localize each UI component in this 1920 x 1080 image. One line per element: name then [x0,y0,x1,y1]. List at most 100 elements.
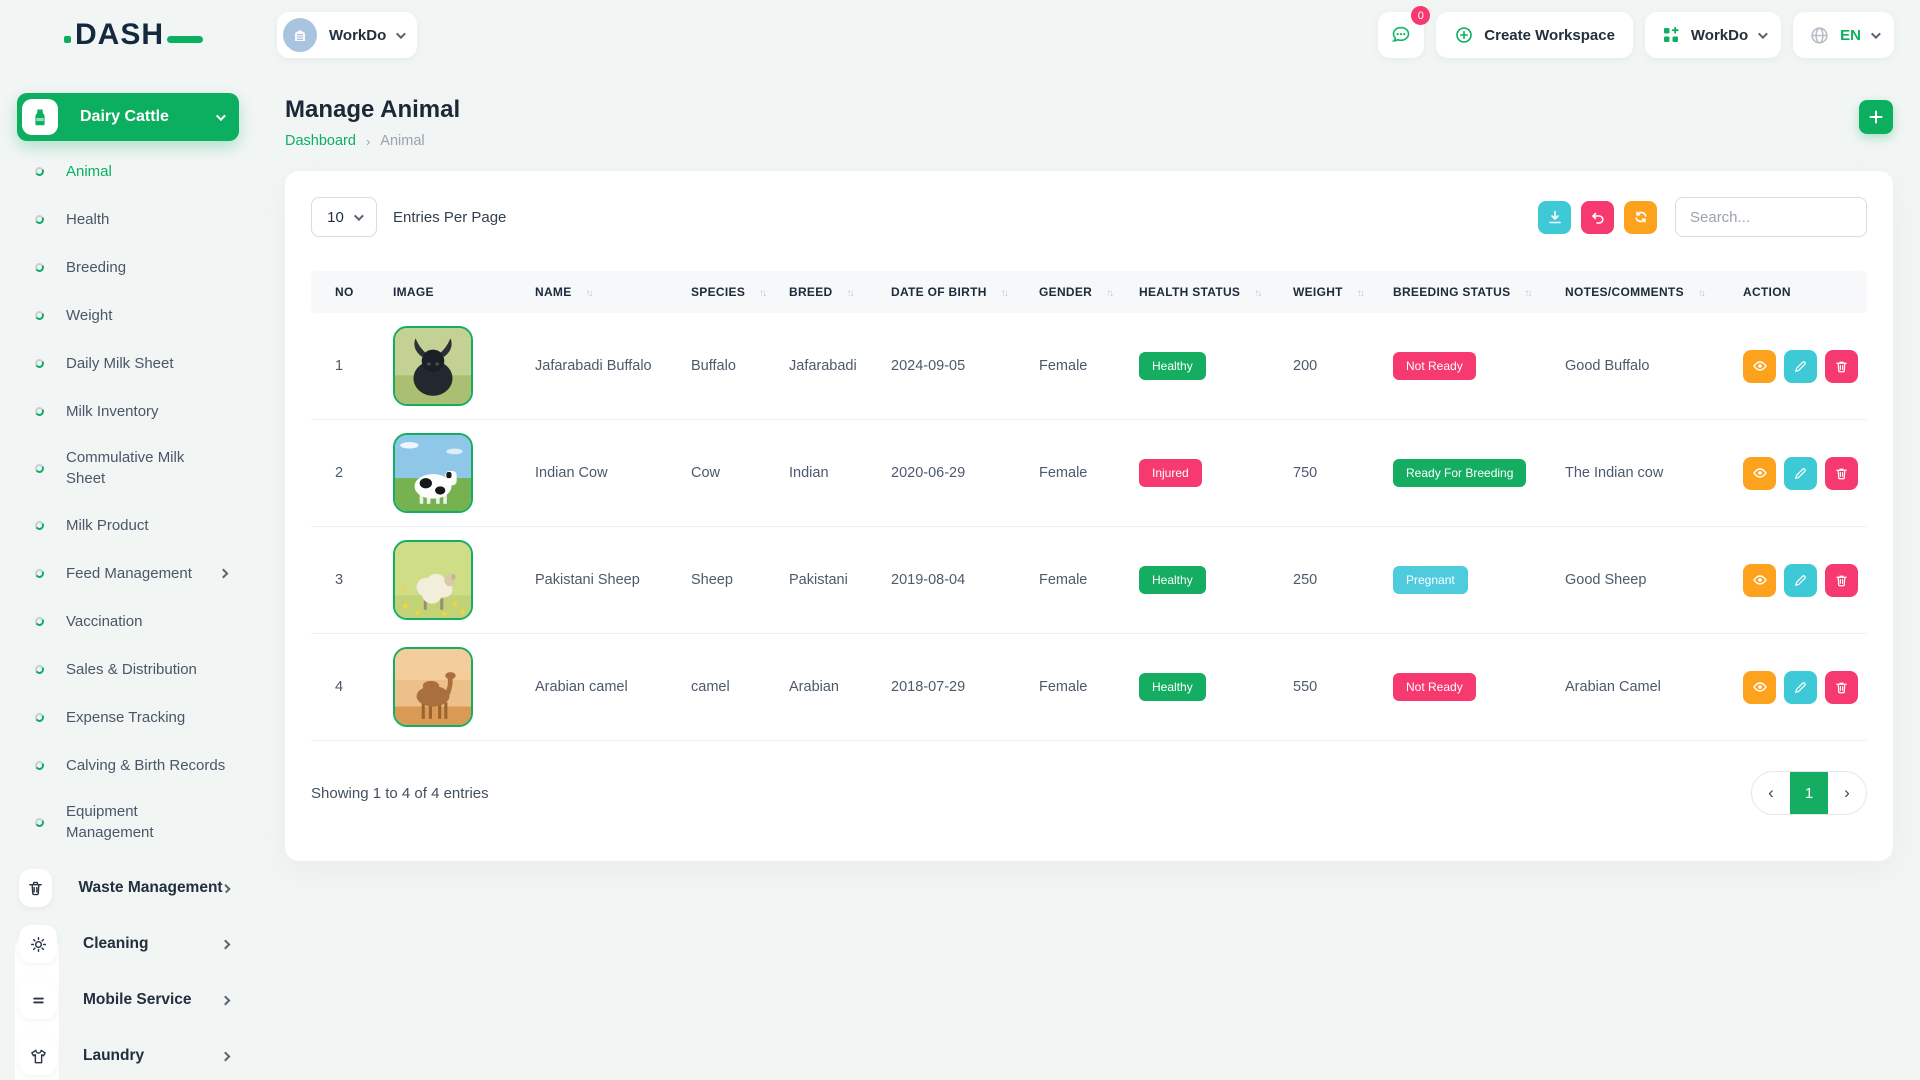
edit-button[interactable] [1784,350,1817,383]
sidebar-item-breeding[interactable]: Breeding [0,243,285,291]
col-breed[interactable]: BREED↑↓ [769,271,871,313]
next-page-button[interactable]: › [1828,771,1866,815]
sort-icon[interactable]: ↑↓ [847,288,853,299]
sidebar-module-laundry[interactable]: Laundry [0,1033,285,1079]
edit-button[interactable] [1784,671,1817,704]
col-weight[interactable]: WEIGHT↑↓ [1273,271,1373,313]
sidebar-item-vaccination[interactable]: Vaccination [0,597,285,645]
sidebar-item-milk-inventory[interactable]: Milk Inventory [0,387,285,435]
chevron-down-icon [396,29,406,39]
col-no: NO [311,271,373,313]
col-health-status[interactable]: HEALTH STATUS↑↓ [1119,271,1273,313]
sidebar-item-animal[interactable]: Animal [0,147,285,195]
globe-icon [1809,25,1830,46]
messages-button[interactable]: 0 [1378,12,1424,58]
col-gender[interactable]: GENDER↑↓ [1019,271,1119,313]
sidebar-item-calving-birth-records[interactable]: Calving & Birth Records [0,741,285,789]
animal-photo [393,326,473,406]
messages-badge: 0 [1411,6,1430,25]
col-name[interactable]: NAME↑↓ [515,271,671,313]
cell-species: Cow [671,420,769,527]
sidebar-item-health[interactable]: Health [0,195,285,243]
cell-date-of-birth: 2024-09-05 [871,313,1019,420]
col-date-of-birth[interactable]: DATE OF BIRTH↑↓ [871,271,1019,313]
search-input[interactable] [1675,197,1867,237]
animal-table-card: 10 Entries Per Page [285,171,1893,861]
sort-icon[interactable]: ↑↓ [1001,288,1007,299]
view-button[interactable] [1743,350,1776,383]
sort-icon[interactable]: ↑↓ [1106,288,1112,299]
trash-icon [1834,466,1849,481]
chevron-right-icon [219,568,229,578]
breadcrumb-current: Animal [380,133,424,149]
cell-no: 3 [311,527,373,634]
delete-button[interactable] [1825,457,1858,490]
cell-gender: Female [1019,313,1119,420]
entries-per-page-select[interactable]: 10 [311,197,377,237]
edit-button[interactable] [1784,457,1817,490]
add-animal-button[interactable] [1859,100,1893,134]
table-header-row: NO IMAGE NAME↑↓ SPECIES↑↓ BREED↑↓ DATE O… [311,271,1867,313]
view-button[interactable] [1743,671,1776,704]
col-notes[interactable]: NOTES/COMMENTS↑↓ [1545,271,1723,313]
export-button[interactable] [1538,201,1571,234]
cell-breed: Arabian [769,634,871,741]
page-number[interactable]: 1 [1790,771,1828,815]
sidebar-item-sales-distribution[interactable]: Sales & Distribution [0,645,285,693]
sidebar-item-expense-tracking[interactable]: Expense Tracking [0,693,285,741]
sidebar-section-dairy-cattle[interactable]: Dairy Cattle [17,93,239,141]
table-row: 4 [311,634,1867,741]
view-button[interactable] [1743,564,1776,597]
sidebar-item-equipment-management[interactable]: Equipment Management [0,789,285,855]
sidebar-module-mobile-service[interactable]: Mobile Service [0,977,285,1023]
sort-icon[interactable]: ↑↓ [1254,288,1260,299]
language-selector[interactable]: EN [1793,12,1894,58]
refresh-button[interactable] [1624,201,1657,234]
col-image: IMAGE [373,271,515,313]
cell-no: 4 [311,634,373,741]
sidebar-module-waste-management[interactable]: Waste Management [0,865,285,911]
chevron-down-icon [216,111,226,121]
cell-no: 2 [311,420,373,527]
chevron-down-icon [1871,29,1881,39]
pencil-icon [1793,573,1808,588]
edit-button[interactable] [1784,564,1817,597]
pencil-icon [1793,680,1808,695]
sidebar-item-feed-management[interactable]: Feed Management [0,549,285,597]
sort-icon[interactable]: ↑↓ [1524,288,1530,299]
sidebar-module-cleaning[interactable]: Cleaning [0,921,285,967]
breadcrumb-dashboard-link[interactable]: Dashboard [285,133,356,149]
col-species[interactable]: SPECIES↑↓ [671,271,769,313]
view-button[interactable] [1743,457,1776,490]
health-status-badge: Healthy [1139,566,1206,594]
workspace-menu-button[interactable]: WorkDo [1645,12,1781,58]
sort-icon[interactable]: ↑↓ [586,288,592,299]
sort-icon[interactable]: ↑↓ [1357,288,1363,299]
col-breeding-status[interactable]: BREEDING STATUS↑↓ [1373,271,1545,313]
cell-name: Pakistani Sheep [515,527,671,634]
sidebar-item-daily-milk-sheet[interactable]: Daily Milk Sheet [0,339,285,387]
table-row: 1 [311,313,1867,420]
workspace-switcher[interactable]: WorkDo [277,12,417,58]
previous-page-button[interactable]: ‹ [1752,771,1790,815]
building-icon [291,26,309,44]
trash-icon [1834,359,1849,374]
cell-breed: Jafarabadi [769,313,871,420]
sidebar-item-weight[interactable]: Weight [0,291,285,339]
undo-button[interactable] [1581,201,1614,234]
breadcrumb-separator: › [366,134,370,149]
sort-icon[interactable]: ↑↓ [1698,288,1704,299]
cell-species: Buffalo [671,313,769,420]
grid-plus-icon [1661,25,1681,45]
sort-icon[interactable]: ↑↓ [759,288,765,299]
sidebar-section-label: Dairy Cattle [80,108,169,126]
delete-button[interactable] [1825,564,1858,597]
delete-button[interactable] [1825,350,1858,383]
sidebar-item-milk-product[interactable]: Milk Product [0,501,285,549]
create-workspace-button[interactable]: Create Workspace [1436,12,1633,58]
bullet-icon [34,615,45,626]
delete-button[interactable] [1825,671,1858,704]
bullet-icon [34,519,45,530]
sidebar-item-commulative-milk-sheet[interactable]: Commulative Milk Sheet [0,435,285,501]
cell-gender: Female [1019,420,1119,527]
